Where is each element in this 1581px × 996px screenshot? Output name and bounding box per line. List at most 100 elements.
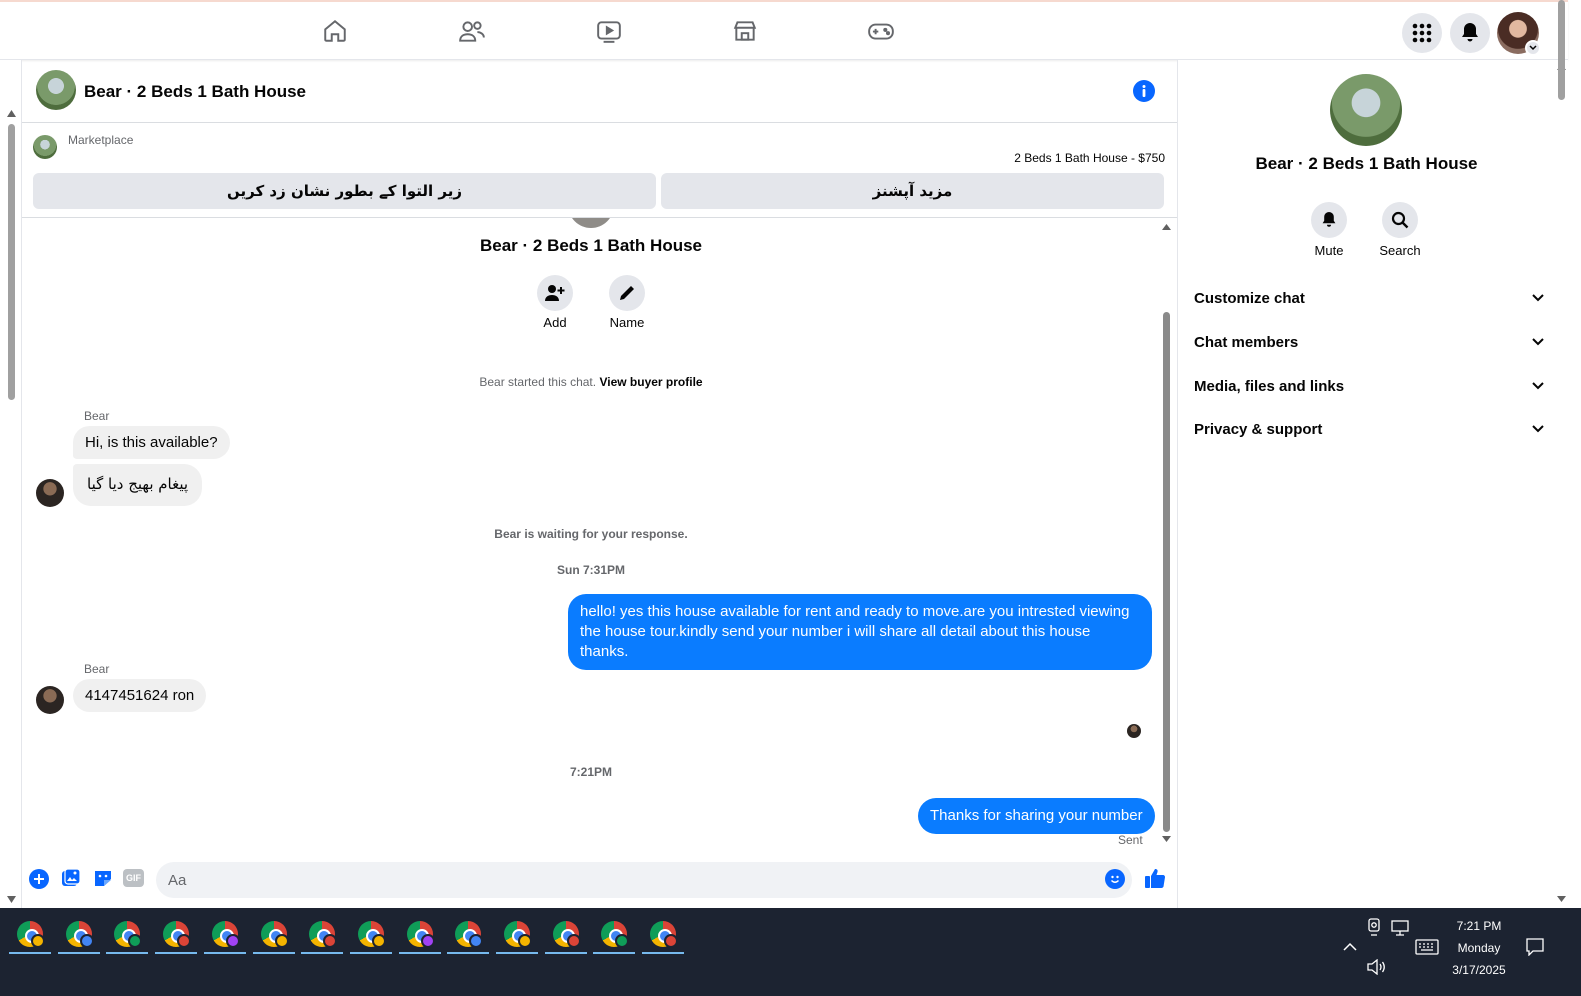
- taskbar-chrome-app[interactable]: [544, 916, 587, 954]
- gif-icon[interactable]: GIF: [123, 869, 144, 887]
- sender-name: Bear: [84, 662, 110, 676]
- chat-scrollbar[interactable]: [1160, 220, 1174, 848]
- chevron-up-icon[interactable]: [1343, 942, 1357, 951]
- scroll-down-arrow-icon[interactable]: [1557, 896, 1566, 902]
- section-chat-members[interactable]: Chat members: [1194, 322, 1544, 362]
- taskbar-chrome-app[interactable]: [252, 916, 295, 954]
- clock-time[interactable]: 7:21 PM: [1444, 919, 1514, 933]
- edit-name-button[interactable]: [609, 275, 645, 311]
- profile-badge-icon: [566, 934, 581, 948]
- outgoing-message[interactable]: hello! yes this house available for rent…: [568, 594, 1152, 670]
- section-label: Privacy & support: [1194, 420, 1323, 438]
- marketplace-icon[interactable]: [730, 16, 760, 46]
- bell-icon: [1322, 212, 1336, 227]
- bell-icon: [1462, 23, 1478, 42]
- taskbar-chrome-app[interactable]: [642, 916, 685, 954]
- like-thumb-icon[interactable]: [1144, 867, 1166, 889]
- taskbar-chrome-app[interactable]: [349, 916, 392, 954]
- photo-icon[interactable]: [61, 868, 81, 888]
- timestamp: Sun 7:31PM: [556, 563, 625, 577]
- view-buyer-profile-link[interactable]: View buyer profile: [599, 375, 702, 389]
- scrollbar-thumb[interactable]: [8, 124, 15, 400]
- section-customize-chat[interactable]: Customize chat: [1194, 278, 1544, 318]
- incoming-message[interactable]: پیغام بھیج دیا گیا: [73, 464, 203, 506]
- intro-title: Bear · 2 Beds 1 Bath House: [479, 236, 702, 255]
- scroll-down-arrow-icon[interactable]: [7, 896, 16, 903]
- emoji-icon[interactable]: [1105, 869, 1125, 889]
- add-label: Add: [543, 315, 567, 330]
- chat-avatar[interactable]: [36, 70, 76, 110]
- page-scrollbar[interactable]: [0, 60, 22, 908]
- search-icon: [1391, 211, 1409, 229]
- mark-pending-button[interactable]: زیر التوا کے بطور نشان زد کریں: [33, 173, 656, 209]
- scroll-up-arrow-icon[interactable]: [7, 110, 16, 117]
- taskbar-chrome-app[interactable]: [447, 916, 490, 954]
- sender-avatar[interactable]: [36, 479, 64, 507]
- scroll-up-arrow-icon[interactable]: [1162, 224, 1171, 230]
- taskbar-chrome-app[interactable]: [57, 916, 100, 954]
- taskbar-chrome-app[interactable]: [496, 916, 538, 954]
- chat-title[interactable]: Bear · 2 Beds 1 Bath House: [84, 82, 306, 102]
- listing-price[interactable]: 2 Beds 1 Bath House - $750: [1014, 151, 1165, 165]
- sticker-icon[interactable]: [93, 868, 113, 888]
- details-avatar[interactable]: [1330, 74, 1402, 146]
- scrollbar-thumb[interactable]: [1163, 312, 1170, 832]
- mute-label: Mute: [1314, 243, 1344, 258]
- friends-icon[interactable]: [457, 16, 487, 46]
- incoming-message[interactable]: Hi, is this available?: [73, 426, 230, 459]
- outgoing-message[interactable]: Thanks for sharing your number: [918, 798, 1155, 834]
- panel-scrollbar[interactable]: [1554, 0, 1568, 908]
- taskbar-chrome-app[interactable]: [301, 916, 344, 954]
- add-person-button[interactable]: [537, 275, 573, 311]
- taskbar-chrome-app[interactable]: [155, 916, 198, 954]
- details-title: Bear · 2 Beds 1 Bath House: [1255, 154, 1478, 173]
- network-icon[interactable]: [1391, 920, 1409, 936]
- pencil-icon: [620, 286, 634, 300]
- mute-button[interactable]: [1311, 202, 1347, 238]
- keyboard-icon[interactable]: [1415, 939, 1439, 955]
- chat-header: Bear · 2 Beds 1 Bath House: [22, 60, 1177, 123]
- gaming-icon[interactable]: [866, 16, 896, 46]
- section-label: Customize chat: [1194, 289, 1305, 307]
- profile-avatar[interactable]: [1497, 12, 1541, 56]
- notifications-button[interactable]: [1450, 13, 1490, 53]
- message-input[interactable]: [156, 862, 1132, 898]
- search-button[interactable]: [1382, 202, 1418, 238]
- clock-date[interactable]: 3/17/2025: [1439, 963, 1519, 977]
- scroll-down-arrow-icon[interactable]: [1162, 836, 1171, 842]
- taskbar-chrome-app[interactable]: [106, 916, 149, 954]
- plus-icon[interactable]: [29, 869, 49, 889]
- read-receipt-avatar: [1127, 724, 1141, 738]
- waiting-note: Bear is waiting for your response.: [494, 527, 688, 541]
- watch-icon[interactable]: [594, 16, 624, 46]
- chevron-down-icon: [1525, 40, 1541, 56]
- sender-avatar[interactable]: [36, 686, 64, 714]
- menu-grid-button[interactable]: [1402, 13, 1442, 53]
- meet-now-icon[interactable]: [1366, 918, 1382, 936]
- chat-started-note: Bear started this chat. View buyer profi…: [22, 375, 1160, 389]
- section-privacy-support[interactable]: Privacy & support: [1194, 409, 1544, 449]
- taskbar-chrome-app[interactable]: [593, 916, 636, 954]
- profile-badge-icon: [420, 934, 435, 948]
- profile-badge-icon: [274, 934, 289, 948]
- notification-center-icon[interactable]: [1526, 938, 1544, 956]
- taskbar-chrome-app[interactable]: [203, 916, 246, 954]
- top-navigation-bar: [0, 0, 1568, 60]
- sender-name: Bear: [84, 409, 110, 423]
- scrollbar-thumb[interactable]: [1558, 0, 1565, 100]
- taskbar-chrome-app[interactable]: [9, 916, 51, 954]
- profile-badge-icon: [371, 934, 386, 948]
- more-options-button[interactable]: مزید آپشنز: [661, 173, 1164, 209]
- intro-avatar: [568, 218, 614, 228]
- clock-day[interactable]: Monday: [1444, 941, 1514, 955]
- volume-icon[interactable]: [1366, 959, 1386, 975]
- info-icon[interactable]: [1133, 80, 1155, 102]
- section-media-files-links[interactable]: Media, files and links: [1194, 366, 1544, 406]
- home-icon[interactable]: [320, 16, 350, 46]
- section-label: Chat members: [1194, 333, 1299, 351]
- incoming-message[interactable]: 4147451624 ron: [73, 679, 207, 712]
- timestamp: 7:21PM: [569, 765, 613, 779]
- taskbar-chrome-app[interactable]: [398, 916, 441, 954]
- chat-details-panel: Bear · 2 Beds 1 Bath House Mute Search C…: [1177, 60, 1554, 908]
- marketplace-banner: Marketplace 2 Beds 1 Bath House - $750 ز…: [22, 123, 1177, 218]
